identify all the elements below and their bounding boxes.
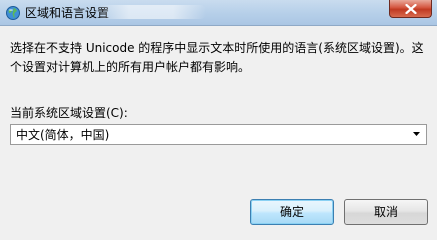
locale-dropdown[interactable]: 中文(简体，中国): [10, 124, 427, 145]
title-bar[interactable]: 区域和语言设置: [0, 0, 437, 26]
globe-icon: [6, 6, 20, 20]
locale-label: 当前系统区域设置(C):: [10, 106, 128, 120]
dialog-content: 选择在不支持 Unicode 的程序中显示文本时所使用的语言(系统区域设置)。这…: [0, 26, 437, 232]
chevron-down-icon: [413, 132, 420, 136]
description-text: 选择在不支持 Unicode 的程序中显示文本时所使用的语言(系统区域设置)。这…: [10, 41, 424, 74]
close-icon: [405, 4, 417, 14]
cancel-button[interactable]: 取消: [344, 199, 428, 225]
region-language-dialog: 区域和语言设置 选择在不支持 Unicode 的程序中显示文本时所使用的语言(系…: [0, 0, 437, 232]
ok-button[interactable]: 确定: [250, 199, 334, 225]
close-button[interactable]: [389, 0, 432, 18]
title-glass-reflection: [96, 5, 206, 19]
locale-selected-value: 中文(简体，中国): [16, 128, 110, 142]
